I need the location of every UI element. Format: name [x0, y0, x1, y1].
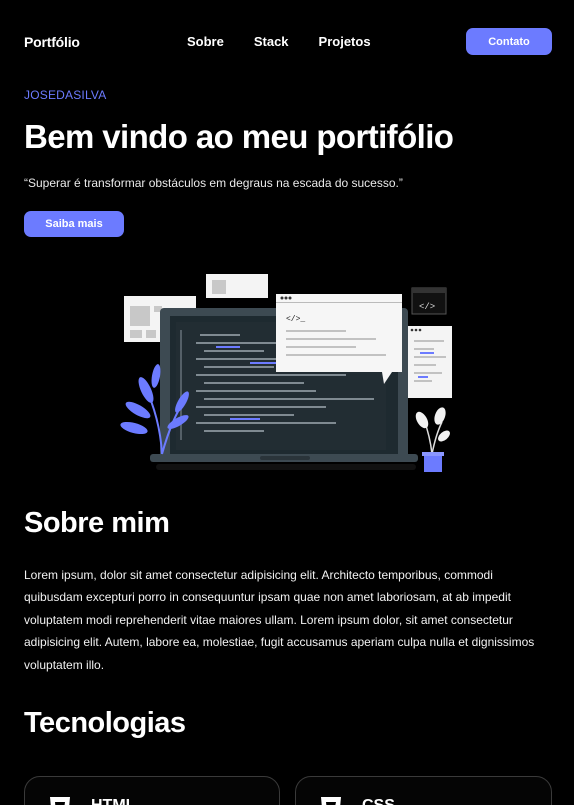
code-tag-small-text: </> — [419, 302, 435, 312]
hero-title: Bem vindo ao meu portifólio — [24, 118, 454, 155]
contato-button[interactable]: Contato — [466, 28, 552, 55]
tech-card-name: HTML — [91, 797, 135, 805]
code-tag-text: </>_ — [286, 315, 305, 324]
floating-card-top — [206, 274, 268, 298]
tech-card-html[interactable]: HTML — [24, 776, 280, 805]
tech-card-css[interactable]: CSS — [295, 776, 552, 805]
tech-title: Tecnologias — [24, 707, 186, 739]
small-code-icon: </> — [411, 287, 447, 315]
css3-icon — [321, 797, 341, 805]
nav-link-projetos[interactable]: Projetos — [319, 34, 371, 49]
nav-link-sobre[interactable]: Sobre — [187, 34, 224, 49]
site-logo[interactable]: Portfólio — [24, 34, 80, 50]
saiba-mais-button[interactable]: Saiba mais — [24, 211, 124, 237]
top-navbar: Portfólio Sobre Stack Projetos Contato — [0, 0, 574, 84]
side-window — [408, 326, 452, 398]
nav-links: Sobre Stack Projetos — [187, 34, 401, 49]
developer-laptop-illustration: </>_ </> — [120, 274, 452, 472]
about-title: Sobre mim — [24, 507, 170, 539]
code-window: </>_ — [276, 294, 402, 384]
about-text: Lorem ipsum, dolor sit amet consectetur … — [24, 568, 535, 672]
plant-pot-right — [415, 407, 450, 472]
hero-quote: “Superar é transformar obstáculos em deg… — [24, 176, 403, 190]
hero-eyebrow: JOSEDASILVA — [24, 88, 107, 102]
nav-link-stack[interactable]: Stack — [254, 34, 289, 49]
html5-icon — [50, 797, 70, 805]
tech-card-name: CSS — [362, 797, 395, 805]
